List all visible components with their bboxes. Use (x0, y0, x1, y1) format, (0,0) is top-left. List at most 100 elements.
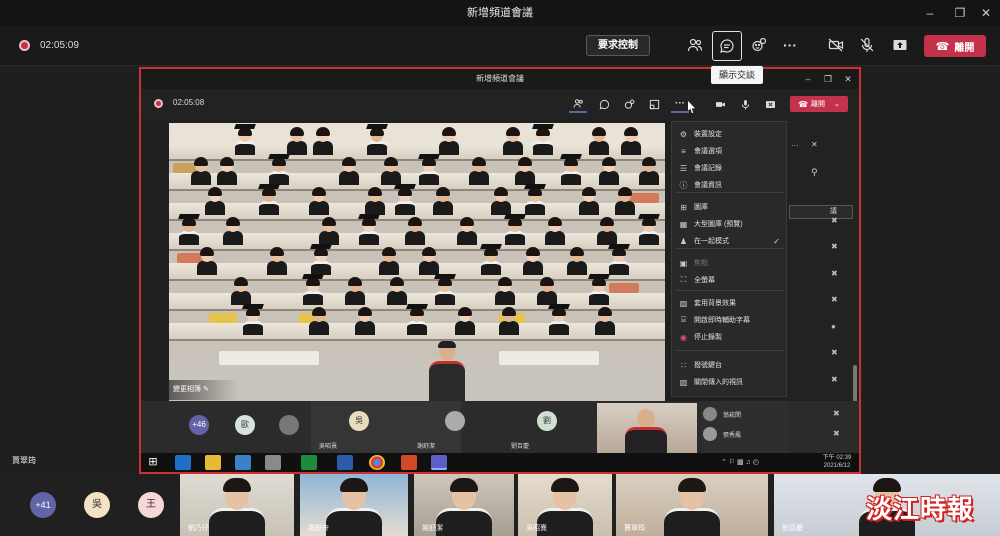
menu-item-label: 停止錄製 (694, 334, 722, 341)
panel-more-icon[interactable]: ··· (791, 141, 799, 150)
menu-item[interactable]: ∷ 撥號鍵台 (672, 357, 788, 373)
inner-leave-label: 離開 (811, 101, 826, 108)
student-figure (608, 244, 630, 275)
student-figure (268, 154, 290, 185)
teams-meeting-window: 新增頻道會議 – ❐ ✕ 02:05:09 要求控制 ··· ☎ 離開 新增頻道… (0, 0, 1000, 536)
menu-item[interactable]: ♟ 在一起模式 ✓ (672, 233, 788, 249)
menu-item[interactable]: ▨ 套用背景效果 (672, 295, 788, 311)
participant-name: 翁崧閔 (723, 413, 742, 419)
menu-item[interactable]: ⓘ 會議資訊 (672, 177, 788, 193)
app-icon[interactable] (265, 455, 281, 470)
inner-meeting-toolbar: 02:05:08 ··· ☎ 離開 ⌄ (141, 89, 859, 119)
video-tile[interactable]: 賈翠筠 (616, 474, 768, 536)
student-figure (579, 187, 599, 215)
panel-search-icon[interactable]: ⚲ (811, 167, 818, 178)
change-scene-label[interactable]: 變更相簿 ✎ (169, 380, 239, 400)
menu-item[interactable]: ⚙ 裝置設定 (672, 126, 788, 142)
student-figure (491, 187, 511, 215)
video-tile[interactable]: 謝舒卉 (300, 474, 408, 536)
leave-button[interactable]: ☎ 離開 (924, 35, 986, 57)
video-tile (597, 403, 697, 453)
inner-participants-button[interactable] (569, 95, 587, 113)
inner-maximize-button[interactable]: ❐ (821, 72, 835, 86)
grid-icon: ⊞ (680, 202, 687, 212)
menu-item[interactable]: ≡ 會議選項 (672, 143, 788, 159)
inner-close-button[interactable]: ✕ (841, 72, 855, 86)
inner-stop-share-button[interactable] (761, 95, 779, 113)
reaction-icon (624, 99, 634, 109)
camera-toggle-button[interactable] (822, 31, 850, 59)
maximize-button[interactable]: ❐ (950, 4, 970, 22)
inner-leave-button[interactable]: ☎ 離開 ⌄ (790, 96, 848, 112)
chat-icon (720, 39, 734, 53)
request-control-button[interactable]: 要求控制 (586, 35, 650, 56)
inner-rooms-button[interactable] (645, 95, 663, 113)
edit-pencil-icon: ✎ (202, 386, 209, 393)
mic-off-icon: ✖ (831, 242, 838, 251)
inner-reactions-button[interactable] (620, 95, 638, 113)
student-figure (205, 187, 225, 215)
panel-close-icon[interactable]: ✕ (811, 140, 818, 149)
video-tile[interactable]: 謝舒潔 (414, 474, 514, 536)
excel-icon[interactable] (301, 455, 317, 470)
people-icon (573, 98, 583, 108)
student-figure (638, 214, 660, 245)
windows-start-icon[interactable]: ⊞ (145, 455, 161, 470)
avatar (703, 427, 717, 441)
menu-item[interactable]: ◉ 停止錄製 (672, 329, 788, 345)
inner-mic-button[interactable] (736, 95, 754, 113)
system-tray-icons[interactable]: ⌃ ⚐ ▩ ♫ ◴ (721, 458, 759, 466)
notes-icon: ☰ (679, 163, 688, 173)
student-figure (379, 247, 399, 275)
share-content-button[interactable] (886, 31, 914, 59)
checkmark-icon: ✓ (773, 236, 780, 246)
menu-item[interactable]: ▦ 大型圖庫 (預覽) (672, 216, 788, 232)
student-figure (545, 217, 565, 245)
word-icon[interactable] (337, 455, 353, 470)
video-tile[interactable]: 吳昭熹 (518, 474, 612, 536)
inner-chat-button[interactable] (595, 95, 613, 113)
menu-item[interactable]: ☰ 會議記錄 (672, 160, 788, 176)
bottom-gallery-strip: +41 吳 王 劉乃仔 謝舒卉 謝舒潔 吳昭熹 賈翠筠 劉百慶 (0, 474, 1000, 536)
panel-search-field[interactable]: 議 (789, 205, 853, 219)
participants-button[interactable] (681, 31, 709, 59)
app-icon[interactable] (235, 455, 251, 470)
info-icon: ⓘ (679, 180, 688, 190)
menu-item[interactable]: ⌸ 開啟即時輔助字幕 (672, 312, 788, 328)
student-figure (313, 127, 333, 155)
inner-minimize-button[interactable]: – (801, 72, 815, 86)
chrome-icon[interactable] (369, 455, 385, 470)
overflow-count-badge[interactable]: +41 (30, 492, 56, 518)
menu-item[interactable]: ⛶ 全螢幕 (672, 272, 788, 288)
student-figure (242, 304, 264, 335)
student-figure (287, 127, 307, 155)
student-figure (599, 157, 619, 185)
show-chat-button[interactable] (712, 31, 742, 61)
student-figure (358, 214, 380, 245)
student-figure (258, 184, 280, 215)
menu-item-label: 會議資訊 (694, 182, 722, 189)
sliders-icon: ≡ (681, 146, 686, 156)
folder-icon[interactable] (205, 455, 221, 470)
focus-icon: ▣ (679, 258, 688, 268)
menu-item[interactable]: ▣ 焦點 (672, 255, 788, 271)
inner-more-options-button[interactable]: ··· (671, 95, 689, 113)
ie-icon[interactable] (175, 455, 191, 470)
mic-toggle-button[interactable] (853, 31, 881, 59)
inner-camera-button[interactable] (711, 95, 729, 113)
video-tile[interactable]: 劉乃仔 (180, 474, 294, 536)
avatar: 歐 (235, 415, 255, 435)
overflow-count-badge[interactable]: +46 (189, 415, 209, 435)
close-window-button[interactable]: ✕ (976, 4, 996, 22)
more-options-button[interactable]: ··· (776, 31, 804, 59)
powerpoint-icon[interactable] (401, 455, 417, 470)
menu-item[interactable]: ⊞ 圖庫 (672, 199, 788, 215)
student-figure (302, 274, 324, 305)
minimize-button[interactable]: – (920, 4, 940, 22)
student-figure (433, 187, 453, 215)
reactions-button[interactable] (745, 31, 773, 59)
meeting-timer: 02:05:09 (40, 40, 79, 51)
teams-icon[interactable] (431, 455, 447, 470)
menu-item[interactable]: ▧ 關閉傳入的視訊 (672, 374, 788, 390)
student-figure (639, 157, 659, 185)
